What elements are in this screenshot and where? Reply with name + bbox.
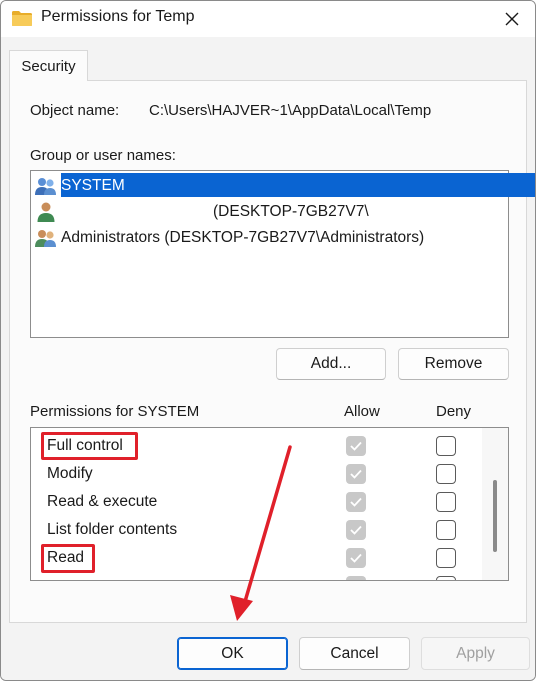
scrollbar[interactable] [482,428,508,580]
list-item-system[interactable]: SYSTEM [33,173,125,199]
permission-row-modify: Modify [31,460,483,488]
annotation-box-read [41,544,95,573]
permission-name: Modify [47,465,93,482]
close-icon [505,12,519,26]
ok-button[interactable]: OK [177,637,288,670]
list-item-administrators[interactable]: Administrators (DESKTOP-7GB27V7\Administ… [33,225,424,251]
allow-header: Allow [344,403,380,420]
list-item-user[interactable]: (DESKTOP-7GB27V7\ [33,199,369,225]
allow-checkbox [346,436,366,456]
permissions-for-label: Permissions for SYSTEM [30,403,200,420]
list-item-label: Administrators (DESKTOP-7GB27V7\Administ… [61,229,425,246]
object-name-label: Object name: [30,102,120,119]
annotation-box-full-control [41,432,138,460]
permission-name: List folder contents [47,521,178,538]
admins-group-icon [33,227,59,249]
remove-button[interactable]: Remove [398,348,509,380]
list-item-label: SYSTEM [61,177,125,194]
permission-row-read-execute: Read & execute [31,488,483,516]
title-bar: Permissions for Temp [1,1,535,37]
user-list[interactable]: SYSTEM (DESKTOP-7GB27V7\ Administrators … [30,170,535,338]
allow-checkbox [346,520,366,540]
deny-checkbox[interactable] [436,464,456,484]
folder-icon [12,11,32,26]
group-user-names-label: Group or user names: [30,147,176,164]
cancel-button[interactable]: Cancel [299,637,410,670]
deny-checkbox[interactable] [436,548,456,568]
permissions-dialog: Permissions for Temp Security Object nam… [0,0,536,681]
deny-checkbox[interactable] [436,492,456,512]
user-icon [33,201,59,223]
permission-name: Read & execute [47,493,158,510]
deny-header: Deny [436,403,472,420]
apply-button[interactable]: Apply [421,637,530,670]
permission-row-partial [31,572,483,580]
object-name-value: C:\Users\HAJVER~1\AppData\Local\Temp [149,102,432,119]
selection-highlight [61,173,535,197]
deny-checkbox[interactable] [436,576,456,580]
deny-checkbox[interactable] [436,436,456,456]
close-button[interactable] [489,1,535,37]
allow-checkbox [346,464,366,484]
users-group-icon [33,175,59,197]
add-button[interactable]: Add... [276,348,386,380]
allow-checkbox [346,576,366,580]
window-title: Permissions for Temp [41,8,195,25]
allow-checkbox [346,492,366,512]
list-item-label: (DESKTOP-7GB27V7\ [213,203,369,220]
allow-checkbox [346,548,366,568]
permission-row-read: Read [31,544,483,572]
deny-checkbox[interactable] [436,520,456,540]
tab-security[interactable]: Security [9,50,88,81]
permission-row-list-folder-contents: List folder contents [31,516,483,544]
scrollbar-thumb[interactable] [493,480,497,552]
